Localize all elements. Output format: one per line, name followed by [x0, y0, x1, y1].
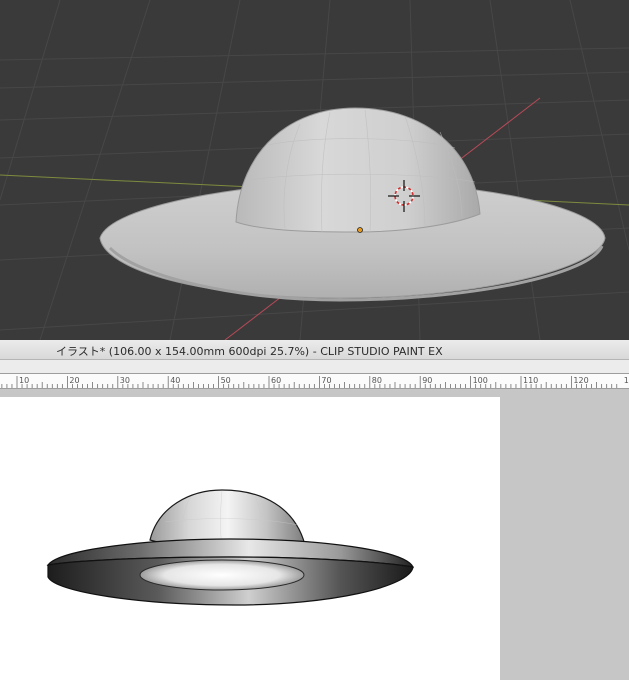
- ruler-label: 100: [473, 376, 488, 385]
- canvas-paper[interactable]: [0, 397, 500, 680]
- 3d-scene[interactable]: [0, 0, 629, 340]
- ruler-label: 40: [170, 376, 180, 385]
- ruler-label: 60: [271, 376, 281, 385]
- ruler-ticks: 10 20 30 40 50 60 70 80 90 100 110 120 13: [1, 376, 629, 388]
- ruler-label: 13: [624, 376, 629, 385]
- ruler-label: 50: [221, 376, 231, 385]
- ruler-label: 10: [19, 376, 29, 385]
- window-title: イラスト* (106.00 x 154.00mm 600dpi 25.7%) -…: [56, 345, 443, 358]
- ruler-label: 120: [573, 376, 588, 385]
- saucer-model[interactable]: [99, 107, 606, 302]
- origin-dot[interactable]: [357, 227, 363, 233]
- ruler-label: 110: [523, 376, 538, 385]
- ruler-label: 30: [120, 376, 130, 385]
- 3d-viewport[interactable]: [0, 0, 629, 340]
- rendered-saucer-illustration: [46, 489, 415, 606]
- toolbar-strip: [0, 360, 629, 373]
- ruler-label: 90: [422, 376, 432, 385]
- ruler-label: 20: [69, 376, 79, 385]
- horizontal-ruler[interactable]: 10 20 30 40 50 60 70 80 90 100 110 120 13: [0, 373, 629, 389]
- ruler-label: 70: [321, 376, 331, 385]
- document-titlebar[interactable]: イラスト* (106.00 x 154.00mm 600dpi 25.7%) -…: [0, 340, 629, 360]
- ruler-label: 80: [372, 376, 382, 385]
